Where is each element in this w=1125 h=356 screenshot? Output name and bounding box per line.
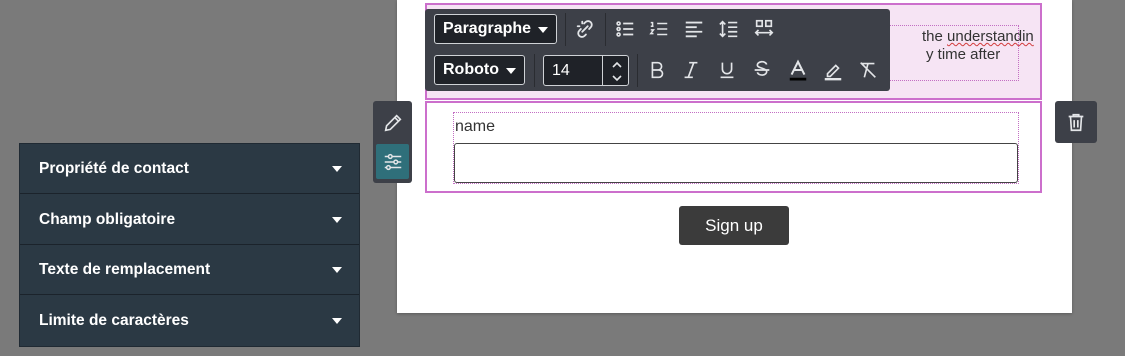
- block-type-select[interactable]: Paragraphe: [434, 14, 557, 44]
- property-label: Limite de caractères: [39, 312, 189, 329]
- sliders-icon: [384, 153, 401, 170]
- toolbar-divider: [637, 54, 638, 87]
- line-height-icon[interactable]: [714, 14, 744, 44]
- toolbar-divider: [534, 54, 535, 87]
- property-required[interactable]: Champ obligatoire: [20, 195, 359, 245]
- edit-tool[interactable]: [376, 105, 409, 140]
- sign-up-button[interactable]: Sign up: [679, 206, 789, 245]
- settings-tool[interactable]: [376, 144, 409, 179]
- text-line-2: y time after: [926, 46, 1001, 63]
- misspelled-word: understandin: [947, 28, 1034, 45]
- property-label: Propriété de contact: [39, 160, 189, 177]
- font-family-select[interactable]: Roboto: [434, 55, 525, 85]
- chevron-down-icon: [506, 68, 516, 74]
- font-size-value: 14: [552, 62, 570, 79]
- chevron-down-icon: [538, 27, 548, 33]
- field-label: name: [455, 118, 496, 135]
- bold-icon[interactable]: [642, 55, 672, 85]
- block-side-tools: [373, 101, 412, 183]
- highlight-icon[interactable]: [818, 55, 848, 85]
- clear-format-icon[interactable]: [853, 55, 883, 85]
- chevron-down-icon[interactable]: [610, 72, 624, 84]
- property-label: Champ obligatoire: [39, 211, 176, 228]
- numbered-list-icon[interactable]: [644, 14, 674, 44]
- property-char-limit[interactable]: Limite de caractères: [20, 296, 359, 346]
- text-format-toolbar: Paragraphe Roboto 14: [425, 9, 890, 91]
- chevron-up-icon[interactable]: [610, 59, 624, 71]
- underline-icon[interactable]: [712, 55, 742, 85]
- chevron-down-icon: [332, 267, 342, 273]
- properties-panel: Propriété de contact Champ obligatoire T…: [19, 143, 360, 347]
- italic-icon[interactable]: [676, 55, 706, 85]
- strikethrough-icon[interactable]: [747, 55, 777, 85]
- bulleted-list-icon[interactable]: [610, 14, 640, 44]
- align-left-icon[interactable]: [679, 14, 709, 44]
- property-label: Texte de remplacement: [39, 261, 211, 278]
- unlink-icon[interactable]: [570, 14, 600, 44]
- font-size-stepper[interactable]: 14: [543, 55, 629, 86]
- toolbar-divider: [565, 13, 566, 46]
- field-frame: name: [453, 112, 1019, 184]
- trash-icon: [1068, 113, 1084, 132]
- stepper-divider: [602, 56, 603, 85]
- chevron-down-icon: [332, 217, 342, 223]
- chevron-down-icon: [332, 166, 342, 172]
- property-contact[interactable]: Propriété de contact: [20, 144, 359, 194]
- chevron-down-icon: [332, 318, 342, 324]
- text-color-icon[interactable]: [783, 55, 813, 85]
- pencil-icon: [384, 113, 402, 131]
- font-family-value: Roboto: [443, 61, 499, 78]
- block-type-value: Paragraphe: [443, 20, 532, 37]
- form-field-block[interactable]: name: [425, 101, 1042, 193]
- toolbar-divider: [605, 13, 606, 46]
- delete-block-button[interactable]: [1055, 101, 1097, 143]
- name-input[interactable]: [454, 143, 1018, 183]
- spacing-icon[interactable]: [749, 14, 779, 44]
- property-placeholder[interactable]: Texte de remplacement: [20, 245, 359, 295]
